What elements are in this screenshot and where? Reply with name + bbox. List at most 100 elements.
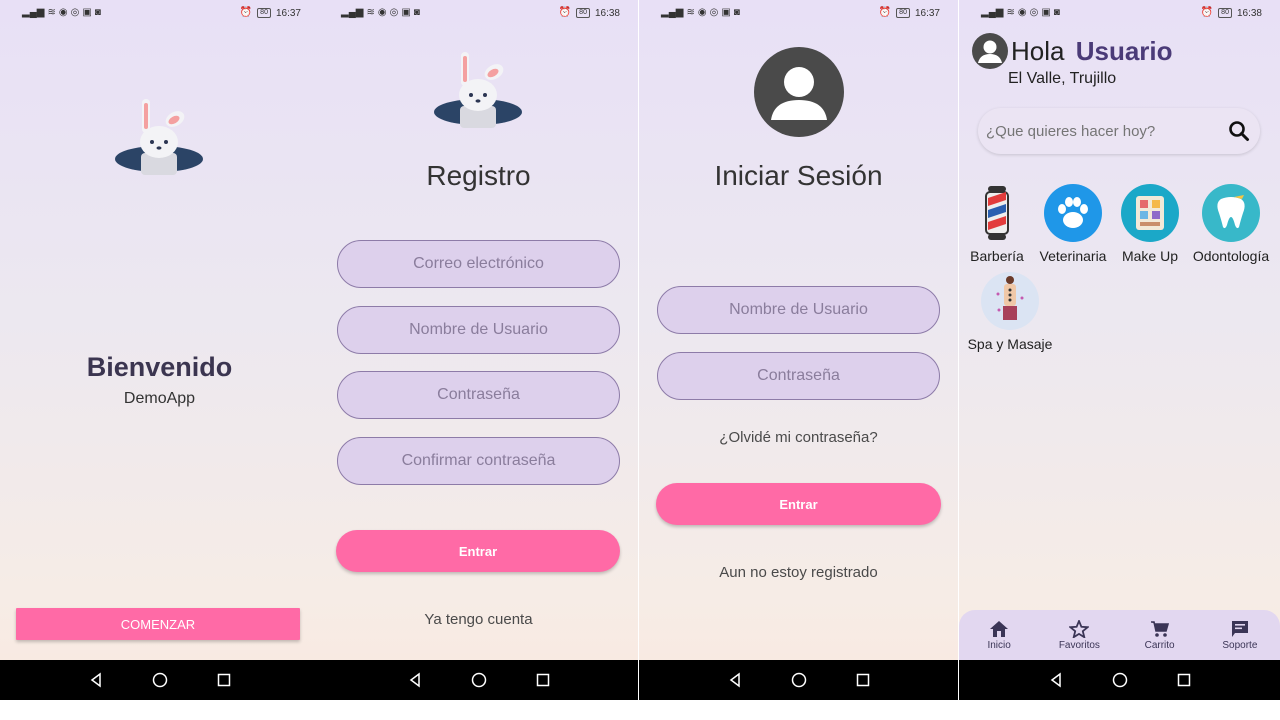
signal-icon: ▂▄▆ (341, 7, 364, 18)
battery-icon: 80 (257, 8, 271, 18)
forgot-password-link[interactable]: ¿Olvidé mi contraseña? (639, 429, 958, 446)
app-icon: ◉ (697, 7, 707, 18)
category-makeup[interactable]: Make Up (1110, 184, 1190, 264)
status-icons: ▂▄▆ ≋ ◉ ◎ ▣ ◙ (22, 8, 101, 18)
welcome-screen: ▂▄▆ ≋ ◉ ◎ ▣ ◙ ⏰ 80 16:37 Bienvenido Demo… (0, 0, 319, 700)
not-registered-link[interactable]: Aun no estoy registrado (639, 564, 958, 581)
whatsapp-icon: ◎ (389, 7, 399, 18)
confirm-password-field[interactable] (337, 437, 620, 485)
email-field[interactable] (337, 240, 620, 288)
nav-carrito[interactable]: Carrito (1125, 620, 1195, 651)
nav-label: Soporte (1222, 639, 1258, 651)
chat-icon (1231, 620, 1248, 637)
register-screen: ▂▄▆ ≋ ◉ ◎ ▣ ◙ ⏰ 80 16:38 Registro Correo… (319, 0, 638, 700)
status-bar: ▂▄▆ ≋ ◉ ◎ ▣ ◙ ⏰ 80 16:37 (0, 0, 319, 26)
profile-avatar-icon[interactable] (971, 32, 1009, 70)
spa-massage-icon (996, 276, 1024, 320)
android-nav-bar (319, 660, 638, 700)
back-icon[interactable] (407, 672, 423, 688)
have-account-link[interactable]: Ya tengo cuenta (319, 611, 638, 628)
back-icon[interactable] (1048, 672, 1064, 688)
category-barberia[interactable]: Barbería (959, 184, 1037, 264)
instagram-icon: ◙ (413, 7, 420, 18)
tooth-icon (1217, 195, 1245, 229)
back-icon[interactable] (727, 672, 743, 688)
confirm-password-input[interactable] (338, 452, 619, 470)
signal-icon: ▂▄▆ (981, 7, 1004, 18)
username-input[interactable] (338, 321, 619, 339)
bunny-logo (115, 99, 203, 175)
password-input[interactable] (338, 386, 619, 404)
instagram-icon: ◙ (733, 7, 740, 18)
start-button[interactable]: COMENZAR (16, 608, 300, 640)
nav-label: Carrito (1144, 639, 1175, 651)
bunny-logo (434, 52, 522, 128)
home-circle-icon[interactable] (471, 672, 487, 688)
app-icon: ◉ (58, 7, 68, 18)
category-label: Odontología (1192, 248, 1270, 264)
recents-icon[interactable] (1176, 672, 1192, 688)
username-field[interactable] (657, 286, 940, 334)
category-odontologia[interactable]: Odontología (1191, 184, 1271, 264)
battery-icon: 80 (576, 8, 590, 18)
signal-icon: ▂▄▆ (22, 7, 45, 18)
battery-icon: 80 (1218, 8, 1232, 18)
status-bar: ▂▄▆ ≋ ◉ ◎ ▣ ◙ ⏰ 80 16:38 (959, 0, 1280, 26)
welcome-title: Bienvenido (86, 352, 233, 382)
nav-label: Favoritos (1058, 639, 1100, 651)
star-icon (1069, 619, 1090, 638)
password-field[interactable] (657, 352, 940, 400)
app-icon: ◉ (377, 7, 387, 18)
category-veterinaria[interactable]: Veterinaria (1033, 184, 1113, 264)
recents-icon[interactable] (855, 672, 871, 688)
home-circle-icon[interactable] (1112, 672, 1128, 688)
nav-soporte[interactable]: Soporte (1205, 620, 1275, 651)
home-icon (990, 620, 1009, 637)
clock: 16:37 (914, 7, 940, 19)
cart-icon (1150, 620, 1169, 637)
android-nav-bar (639, 660, 958, 700)
category-label: Spa y Masaje (967, 336, 1053, 352)
search-icon[interactable] (1228, 120, 1250, 142)
clock: 16:37 (275, 7, 301, 19)
makeup-palette-icon (1136, 196, 1164, 230)
instagram-icon: ◙ (94, 7, 101, 18)
password-input[interactable] (658, 367, 939, 385)
alarm-icon: ⏰ (239, 7, 253, 18)
username-field[interactable] (337, 306, 620, 354)
whatsapp-icon: ◎ (70, 7, 80, 18)
battery-icon: 80 (896, 8, 910, 18)
search-bar[interactable] (978, 108, 1260, 154)
app-icon: ◉ (1017, 7, 1027, 18)
status-bar: ▂▄▆ ≋ ◉ ◎ ▣ ◙ ⏰ 80 16:38 (319, 0, 638, 26)
alarm-icon: ⏰ (558, 7, 572, 18)
email-input[interactable] (338, 255, 619, 273)
login-submit-button[interactable]: Entrar (656, 483, 941, 525)
nav-favoritos[interactable]: Favoritos (1044, 619, 1114, 651)
home-circle-icon[interactable] (791, 672, 807, 688)
nav-label: Inicio (987, 639, 1011, 651)
category-label: Barbería (970, 248, 1024, 264)
register-submit-button[interactable]: Entrar (336, 530, 620, 572)
whatsapp-icon: ◎ (709, 7, 719, 18)
wifi-icon: ≋ (366, 7, 375, 18)
category-spa[interactable]: Spa y Masaje (967, 272, 1053, 352)
whatsapp-icon: ◎ (1029, 7, 1039, 18)
user-name: Usuario (1075, 36, 1173, 66)
category-label: Make Up (1121, 248, 1179, 264)
wifi-icon: ≋ (686, 7, 695, 18)
recents-icon[interactable] (535, 672, 551, 688)
recents-icon[interactable] (216, 672, 232, 688)
login-screen: ▂▄▆ ≋ ◉ ◎ ▣ ◙ ⏰ 80 16:37 Iniciar Sesión … (639, 0, 958, 700)
barber-pole-icon (985, 186, 1009, 240)
wifi-icon: ≋ (1006, 7, 1015, 18)
search-input[interactable] (986, 122, 1228, 140)
password-field[interactable] (337, 371, 620, 419)
home-circle-icon[interactable] (152, 672, 168, 688)
message-icon: ▣ (1041, 7, 1051, 18)
nav-inicio[interactable]: Inicio (964, 620, 1034, 651)
message-icon: ▣ (82, 7, 92, 18)
back-icon[interactable] (88, 672, 104, 688)
wifi-icon: ≋ (47, 7, 56, 18)
username-input[interactable] (658, 301, 939, 319)
